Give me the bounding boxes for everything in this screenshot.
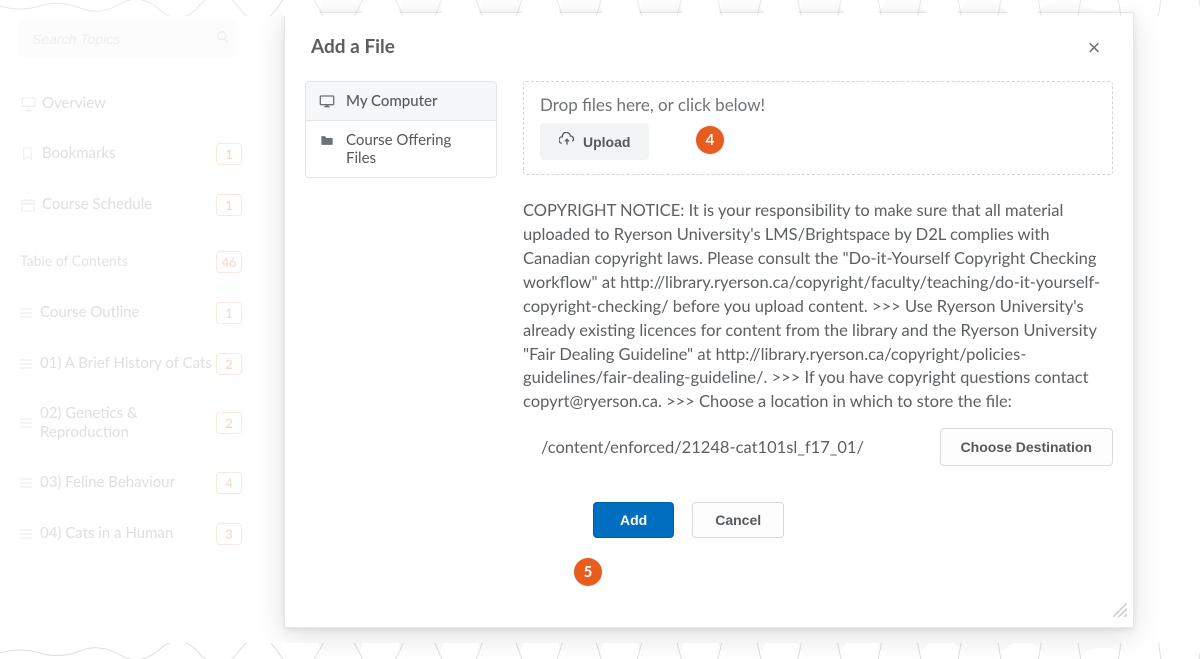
upload-button[interactable]: Upload (540, 123, 649, 160)
source-label: My Computer (346, 92, 437, 110)
monitor-icon (318, 94, 336, 110)
file-dropzone[interactable]: Drop files here, or click below! Upload (523, 81, 1113, 175)
upload-button-label: Upload (583, 134, 630, 150)
close-icon: × (1088, 35, 1101, 60)
source-course-files[interactable]: Course Offering Files (306, 121, 496, 177)
add-button[interactable]: Add (593, 502, 674, 538)
modal-title: Add a File (311, 35, 1081, 58)
destination-path: /content/enforced/21248-cat101sl_f17_01/ (541, 437, 930, 457)
file-source-panel: My Computer Course Offering Files (305, 81, 497, 178)
cancel-button[interactable]: Cancel (692, 502, 784, 538)
annotation-step-5: 5 (574, 558, 602, 586)
upload-icon (559, 132, 575, 151)
copyright-notice: COPYRIGHT NOTICE: It is your responsibil… (523, 199, 1113, 414)
source-my-computer[interactable]: My Computer (306, 82, 496, 121)
dropzone-label: Drop files here, or click below! (540, 94, 1096, 115)
choose-destination-button[interactable]: Choose Destination (940, 428, 1113, 466)
add-file-modal: Add a File × My Computer Course Offering… (284, 12, 1134, 628)
annotation-step-4: 4 (696, 126, 724, 154)
close-button[interactable]: × (1081, 35, 1107, 61)
folder-icon (318, 133, 336, 148)
source-label: Course Offering Files (346, 131, 484, 167)
